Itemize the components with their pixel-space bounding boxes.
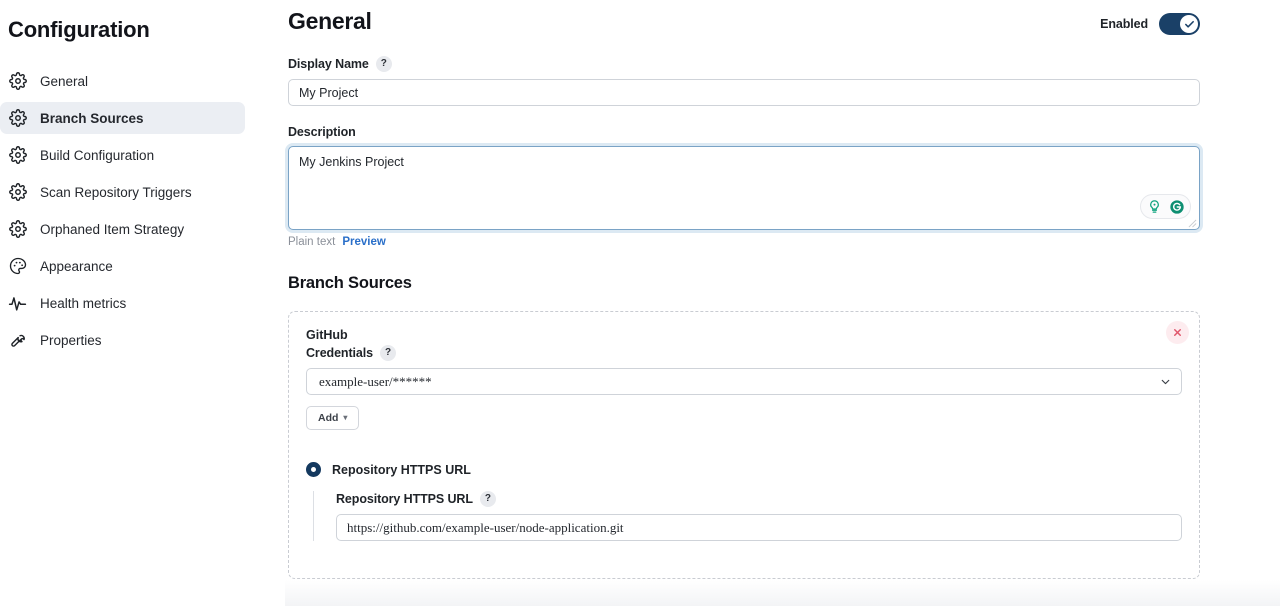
branch-source-panel: GitHub Credentials ? example-user/******… [288,311,1200,580]
enabled-toggle[interactable] [1159,13,1200,35]
preview-link[interactable]: Preview [342,236,385,248]
description-textarea-wrap [288,146,1200,231]
display-name-input[interactable] [288,79,1200,107]
gear-icon [8,146,27,165]
sidebar-item-label: Build Configuration [40,147,155,163]
sidebar-item-orphaned-item-strategy[interactable]: Orphaned Item Strategy [0,213,245,245]
display-name-label-row: Display Name ? [288,56,1200,73]
sidebar-item-branch-sources[interactable]: Branch Sources [0,102,245,135]
sidebar-item-label: General [40,73,89,89]
enabled-label: Enabled [1100,17,1148,31]
sidebar-item-general[interactable]: General [0,65,245,97]
repository-url-label-row: Repository HTTPS URL ? [336,491,1182,508]
wrench-icon [8,331,27,350]
repository-url-label: Repository HTTPS URL [336,492,473,507]
repository-nested-group: Repository HTTPS URL ? [313,491,1182,542]
credentials-label-row: Credentials ? [306,345,1182,362]
help-icon[interactable]: ? [375,56,392,73]
sidebar-item-label: Appearance [40,258,113,274]
sidebar-item-appearance[interactable]: Appearance [0,250,245,282]
gear-icon [8,220,27,239]
add-credentials-button[interactable]: Add ▾ [306,406,360,431]
gear-icon [8,109,27,128]
gear-icon [8,183,27,202]
credentials-select[interactable]: example-user/****** [306,368,1182,396]
codemie-g-icon[interactable] [1168,198,1185,215]
gear-icon [8,72,27,91]
repository-https-url-radio-row[interactable]: Repository HTTPS URL [306,462,1182,478]
branch-sources-heading: Branch Sources [288,274,412,293]
sidebar-item-label: Properties [40,332,102,348]
sidebar-nav: General Branch Sources Build Configurati… [0,65,265,356]
configuration-sidebar: Configuration General Branch Sources Bui… [0,0,285,606]
toggle-knob [1180,15,1198,33]
main-content: General Enabled Display Name ? My Projec… [285,0,1280,606]
sidebar-item-label: Branch Sources [40,110,144,126]
sidebar-item-build-configuration[interactable]: Build Configuration [0,139,245,171]
sidebar-item-health-metrics[interactable]: Health metrics [0,287,245,319]
sidebar-item-properties[interactable]: Properties [0,324,245,356]
credentials-select-wrap: example-user/****** [306,368,1182,396]
display-name-label: Display Name [288,57,369,72]
add-button-label: Add [318,412,339,425]
sidebar-item-label: Scan Repository Triggers [40,184,192,200]
lightbulb-icon[interactable] [1146,198,1163,215]
repository-https-url-radio-label: Repository HTTPS URL [332,462,471,477]
sidebar-item-scan-repository-triggers[interactable]: Scan Repository Triggers [0,176,245,208]
display-name-field: Display Name ? [288,56,1200,107]
branch-source-title: GitHub [306,328,348,343]
help-icon[interactable]: ? [479,491,496,508]
page-title: General [288,8,372,34]
credentials-label: Credentials [306,346,373,361]
repository-https-url-radio[interactable] [306,462,321,478]
ai-assistant-toolbar [1140,194,1191,220]
description-markup-row: Plain text Preview [288,236,1200,248]
repository-url-input[interactable] [336,514,1182,542]
sidebar-item-label: Orphaned Item Strategy [40,221,185,237]
markup-type-label: Plain text [288,236,336,249]
configuration-page: Configuration General Branch Sources Bui… [0,0,1280,606]
palette-icon [8,257,27,276]
description-label-row: Description [288,125,1200,139]
description-field: Description My Jenkins Project Plain tex… [288,125,1200,248]
description-textarea[interactable] [288,146,1200,231]
caret-down-icon: ▾ [343,413,348,423]
sidebar-title: Configuration [8,17,150,42]
help-icon[interactable]: ? [379,345,396,362]
delete-branch-source-button[interactable] [1166,321,1189,345]
main-header: General Enabled [288,0,1200,37]
description-label: Description [288,125,356,140]
scroll-fade [285,580,1280,606]
enabled-control: Enabled [1100,6,1200,35]
radio-dot [310,466,317,473]
sidebar-item-label: Health metrics [40,295,127,311]
pulse-icon [8,294,27,313]
